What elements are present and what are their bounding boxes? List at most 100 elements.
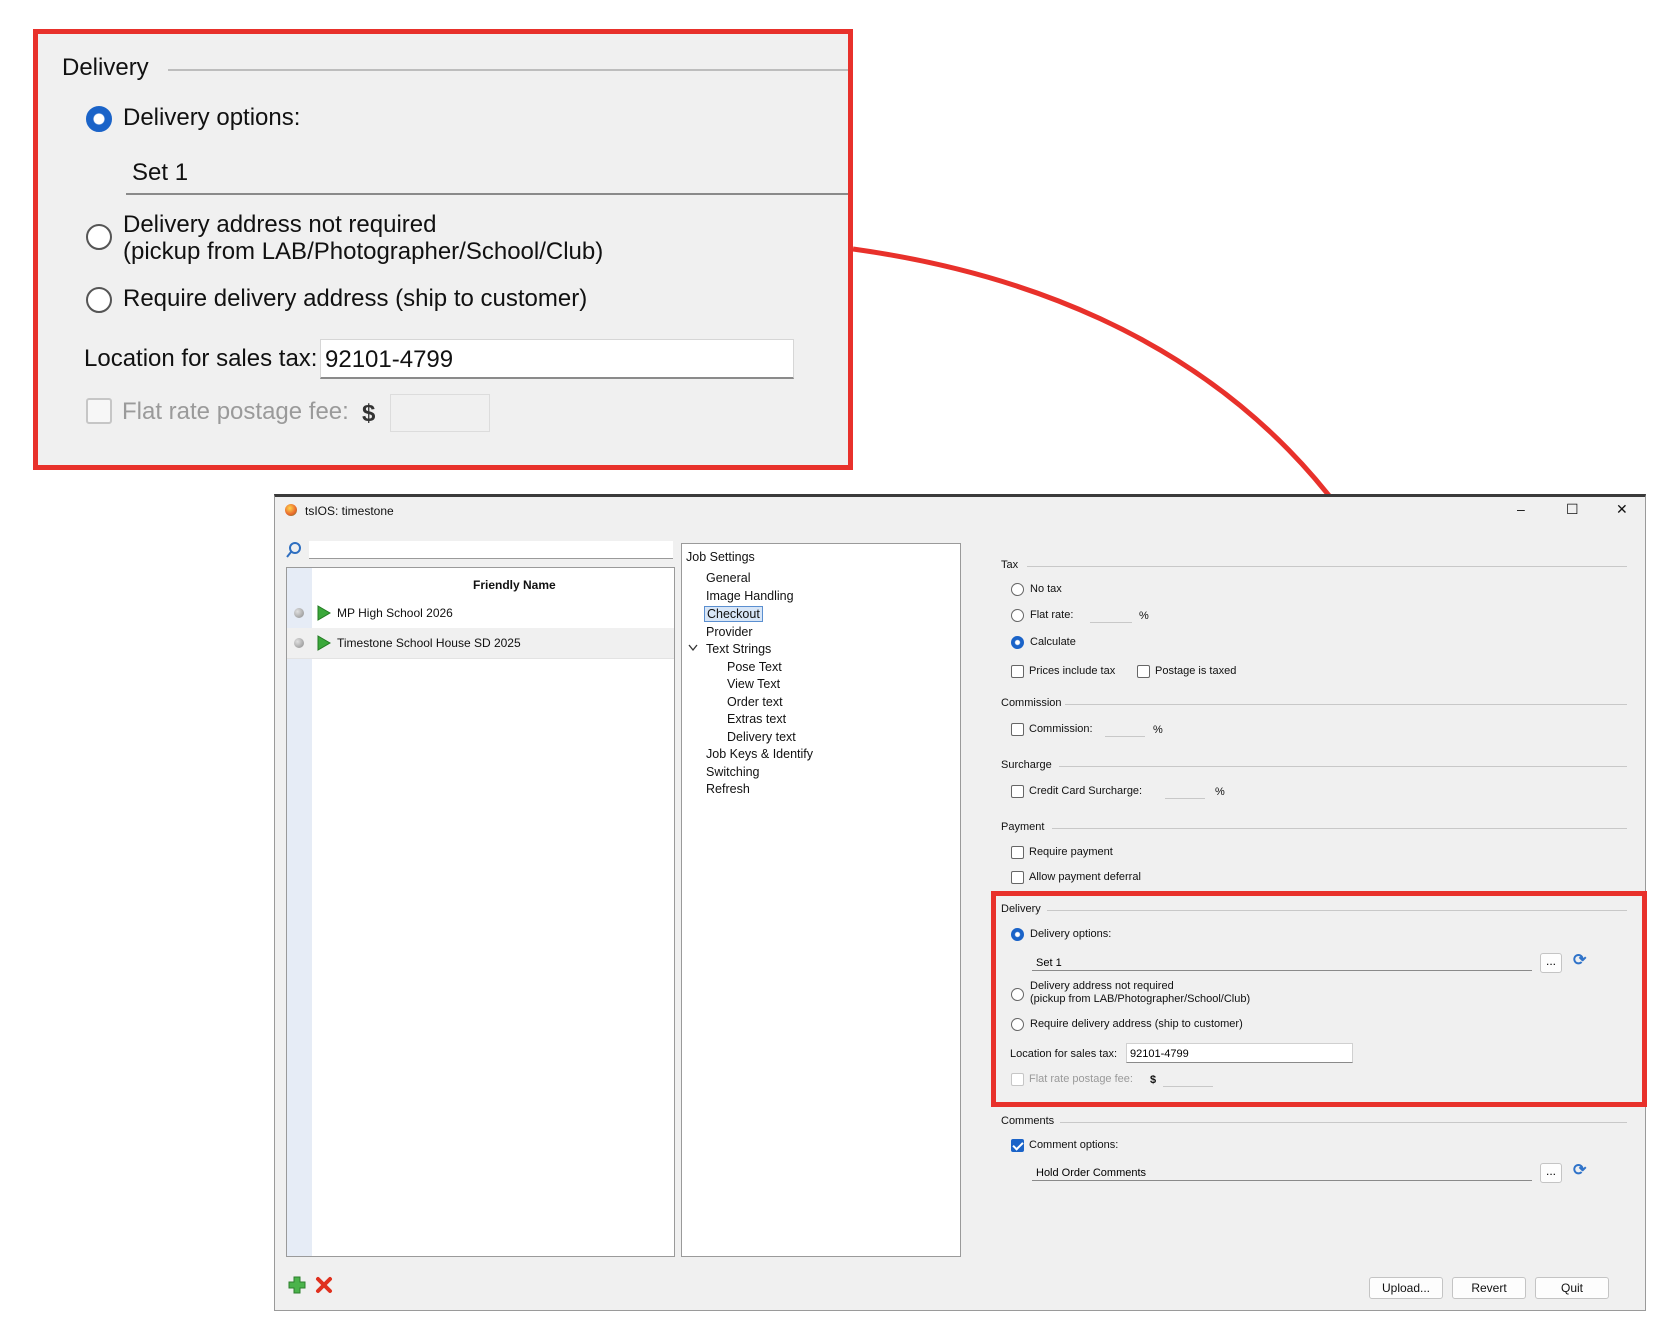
not-required-label-line2: (pickup from LAB/Photographer/School/Clu… bbox=[1030, 993, 1251, 1005]
require-address-radio[interactable] bbox=[1011, 1018, 1024, 1031]
payment-group-title: Payment bbox=[1001, 821, 1045, 833]
delivery-refresh-icon[interactable]: ⟳ bbox=[1573, 953, 1589, 969]
status-dot-icon bbox=[294, 608, 304, 618]
percent-label: % bbox=[1215, 786, 1225, 798]
postage-taxed-checkbox[interactable] bbox=[1137, 665, 1150, 678]
play-icon[interactable] bbox=[317, 605, 331, 621]
settings-tree: Job Settings General Image Handling Chec… bbox=[681, 543, 961, 1257]
tree-item-general[interactable]: General bbox=[706, 571, 750, 585]
tree-item-image-handling[interactable]: Image Handling bbox=[706, 589, 794, 603]
percent-label: % bbox=[1139, 610, 1149, 622]
commission-input[interactable] bbox=[1105, 717, 1145, 737]
prices-include-tax-checkbox[interactable] bbox=[1011, 665, 1024, 678]
no-tax-radio[interactable] bbox=[1011, 583, 1024, 596]
revert-button[interactable]: Revert bbox=[1452, 1277, 1526, 1299]
delivery-options-radio[interactable] bbox=[1011, 928, 1024, 941]
allow-deferral-label: Allow payment deferral bbox=[1029, 871, 1141, 883]
allow-deferral-checkbox[interactable] bbox=[1011, 871, 1024, 884]
delivery-set-field[interactable]: Set 1 bbox=[1032, 953, 1532, 971]
tree-item-checkout[interactable]: Checkout bbox=[704, 606, 763, 622]
search-input[interactable] bbox=[309, 541, 673, 559]
not-required-label-line1: Delivery address not required bbox=[1030, 980, 1174, 992]
maximize-button[interactable]: ☐ bbox=[1566, 501, 1579, 518]
group-divider bbox=[1060, 1122, 1627, 1123]
surcharge-label: Credit Card Surcharge: bbox=[1029, 785, 1143, 797]
delivery-set-value: Set 1 bbox=[1036, 957, 1062, 969]
surcharge-group-title: Surcharge bbox=[1001, 759, 1052, 771]
comments-browse-button[interactable]: ... bbox=[1540, 1163, 1562, 1183]
postage-taxed-label: Postage is taxed bbox=[1155, 665, 1237, 677]
group-divider bbox=[1059, 766, 1627, 767]
prices-include-tax-label: Prices include tax bbox=[1029, 665, 1116, 677]
tax-group-title: Tax bbox=[1001, 559, 1019, 571]
delete-icon[interactable] bbox=[315, 1276, 333, 1294]
app-logo-icon bbox=[285, 504, 297, 516]
flat-rate-radio[interactable] bbox=[1011, 609, 1024, 622]
commission-label: Commission: bbox=[1029, 723, 1093, 735]
tree-item-provider[interactable]: Provider bbox=[706, 625, 753, 639]
delivery-options-label: Delivery options: bbox=[1030, 928, 1112, 940]
flat-rate-tax-label: Flat rate: bbox=[1030, 609, 1074, 621]
app-window: tsIOS: timestone – ☐ ✕ Friendly Name MP … bbox=[274, 494, 1647, 1311]
quit-button[interactable]: Quit bbox=[1535, 1277, 1609, 1299]
group-divider bbox=[1052, 828, 1627, 829]
tree-item-extras-text[interactable]: Extras text bbox=[727, 712, 786, 726]
comments-group-title: Comments bbox=[1001, 1115, 1055, 1127]
require-payment-label: Require payment bbox=[1029, 846, 1113, 858]
comment-options-field[interactable]: Hold Order Comments bbox=[1032, 1163, 1532, 1181]
comments-refresh-icon[interactable]: ⟳ bbox=[1573, 1163, 1589, 1179]
tree-item-pose-text[interactable]: Pose Text bbox=[727, 660, 782, 674]
play-icon[interactable] bbox=[317, 635, 331, 651]
flat-rate-postage-label: Flat rate postage fee: bbox=[1029, 1073, 1133, 1085]
title-bar: tsIOS: timestone – ☐ ✕ bbox=[275, 497, 1645, 525]
upload-button[interactable]: Upload... bbox=[1369, 1277, 1443, 1299]
tree-root[interactable]: Job Settings bbox=[686, 550, 755, 564]
currency-symbol: $ bbox=[1150, 1074, 1157, 1086]
surcharge-checkbox[interactable] bbox=[1011, 785, 1024, 798]
not-required-radio[interactable] bbox=[1011, 988, 1024, 1001]
commission-group-title: Commission bbox=[1001, 697, 1062, 709]
comment-options-value: Hold Order Comments bbox=[1036, 1167, 1147, 1179]
group-divider bbox=[1065, 704, 1627, 705]
window-title: tsIOS: timestone bbox=[305, 504, 394, 518]
chevron-down-icon[interactable] bbox=[688, 644, 698, 652]
status-dot-icon bbox=[294, 638, 304, 648]
close-button[interactable]: ✕ bbox=[1616, 501, 1628, 518]
surcharge-input[interactable] bbox=[1165, 779, 1205, 799]
flat-rate-tax-input[interactable] bbox=[1090, 603, 1132, 623]
require-payment-checkbox[interactable] bbox=[1011, 846, 1024, 859]
flat-rate-postage-input[interactable] bbox=[1163, 1069, 1213, 1087]
comment-options-checkbox[interactable] bbox=[1011, 1139, 1024, 1152]
table-row[interactable]: Timestone School House SD 2025 bbox=[287, 628, 674, 659]
no-tax-label: No tax bbox=[1030, 583, 1062, 595]
minimize-button[interactable]: – bbox=[1517, 501, 1525, 517]
tree-item-switching[interactable]: Switching bbox=[706, 765, 760, 779]
tree-item-order-text[interactable]: Order text bbox=[727, 695, 783, 709]
calculate-radio[interactable] bbox=[1011, 636, 1024, 649]
flat-rate-postage-checkbox[interactable] bbox=[1011, 1073, 1024, 1086]
sales-tax-value: 92101-4799 bbox=[1130, 1048, 1189, 1060]
delivery-browse-button[interactable]: ... bbox=[1540, 953, 1562, 973]
percent-label: % bbox=[1153, 724, 1163, 736]
group-divider bbox=[1047, 910, 1627, 911]
tree-item-delivery-text[interactable]: Delivery text bbox=[727, 730, 796, 744]
tree-item-text-strings[interactable]: Text Strings bbox=[706, 642, 771, 656]
table-row[interactable]: MP High School 2026 bbox=[287, 598, 674, 629]
delivery-group-title: Delivery bbox=[1001, 903, 1041, 915]
tree-item-job-keys[interactable]: Job Keys & Identify bbox=[706, 747, 813, 761]
row-gutter bbox=[287, 568, 312, 1256]
tree-item-view-text[interactable]: View Text bbox=[727, 677, 780, 691]
sales-tax-label: Location for sales tax: bbox=[1010, 1048, 1118, 1060]
require-address-label: Require delivery address (ship to custom… bbox=[1030, 1018, 1243, 1030]
calculate-label: Calculate bbox=[1030, 636, 1076, 648]
comment-options-label: Comment options: bbox=[1029, 1139, 1119, 1151]
job-name: Timestone School House SD 2025 bbox=[337, 636, 521, 650]
add-icon[interactable] bbox=[288, 1276, 306, 1294]
tree-item-refresh[interactable]: Refresh bbox=[706, 782, 750, 796]
friendly-name-header[interactable]: Friendly Name bbox=[473, 578, 556, 592]
commission-checkbox[interactable] bbox=[1011, 723, 1024, 736]
search-icon[interactable] bbox=[285, 541, 303, 559]
sales-tax-input[interactable]: 92101-4799 bbox=[1126, 1043, 1353, 1063]
job-list-panel: Friendly Name MP High School 2026 Timest… bbox=[286, 567, 675, 1257]
group-divider bbox=[1027, 566, 1627, 567]
